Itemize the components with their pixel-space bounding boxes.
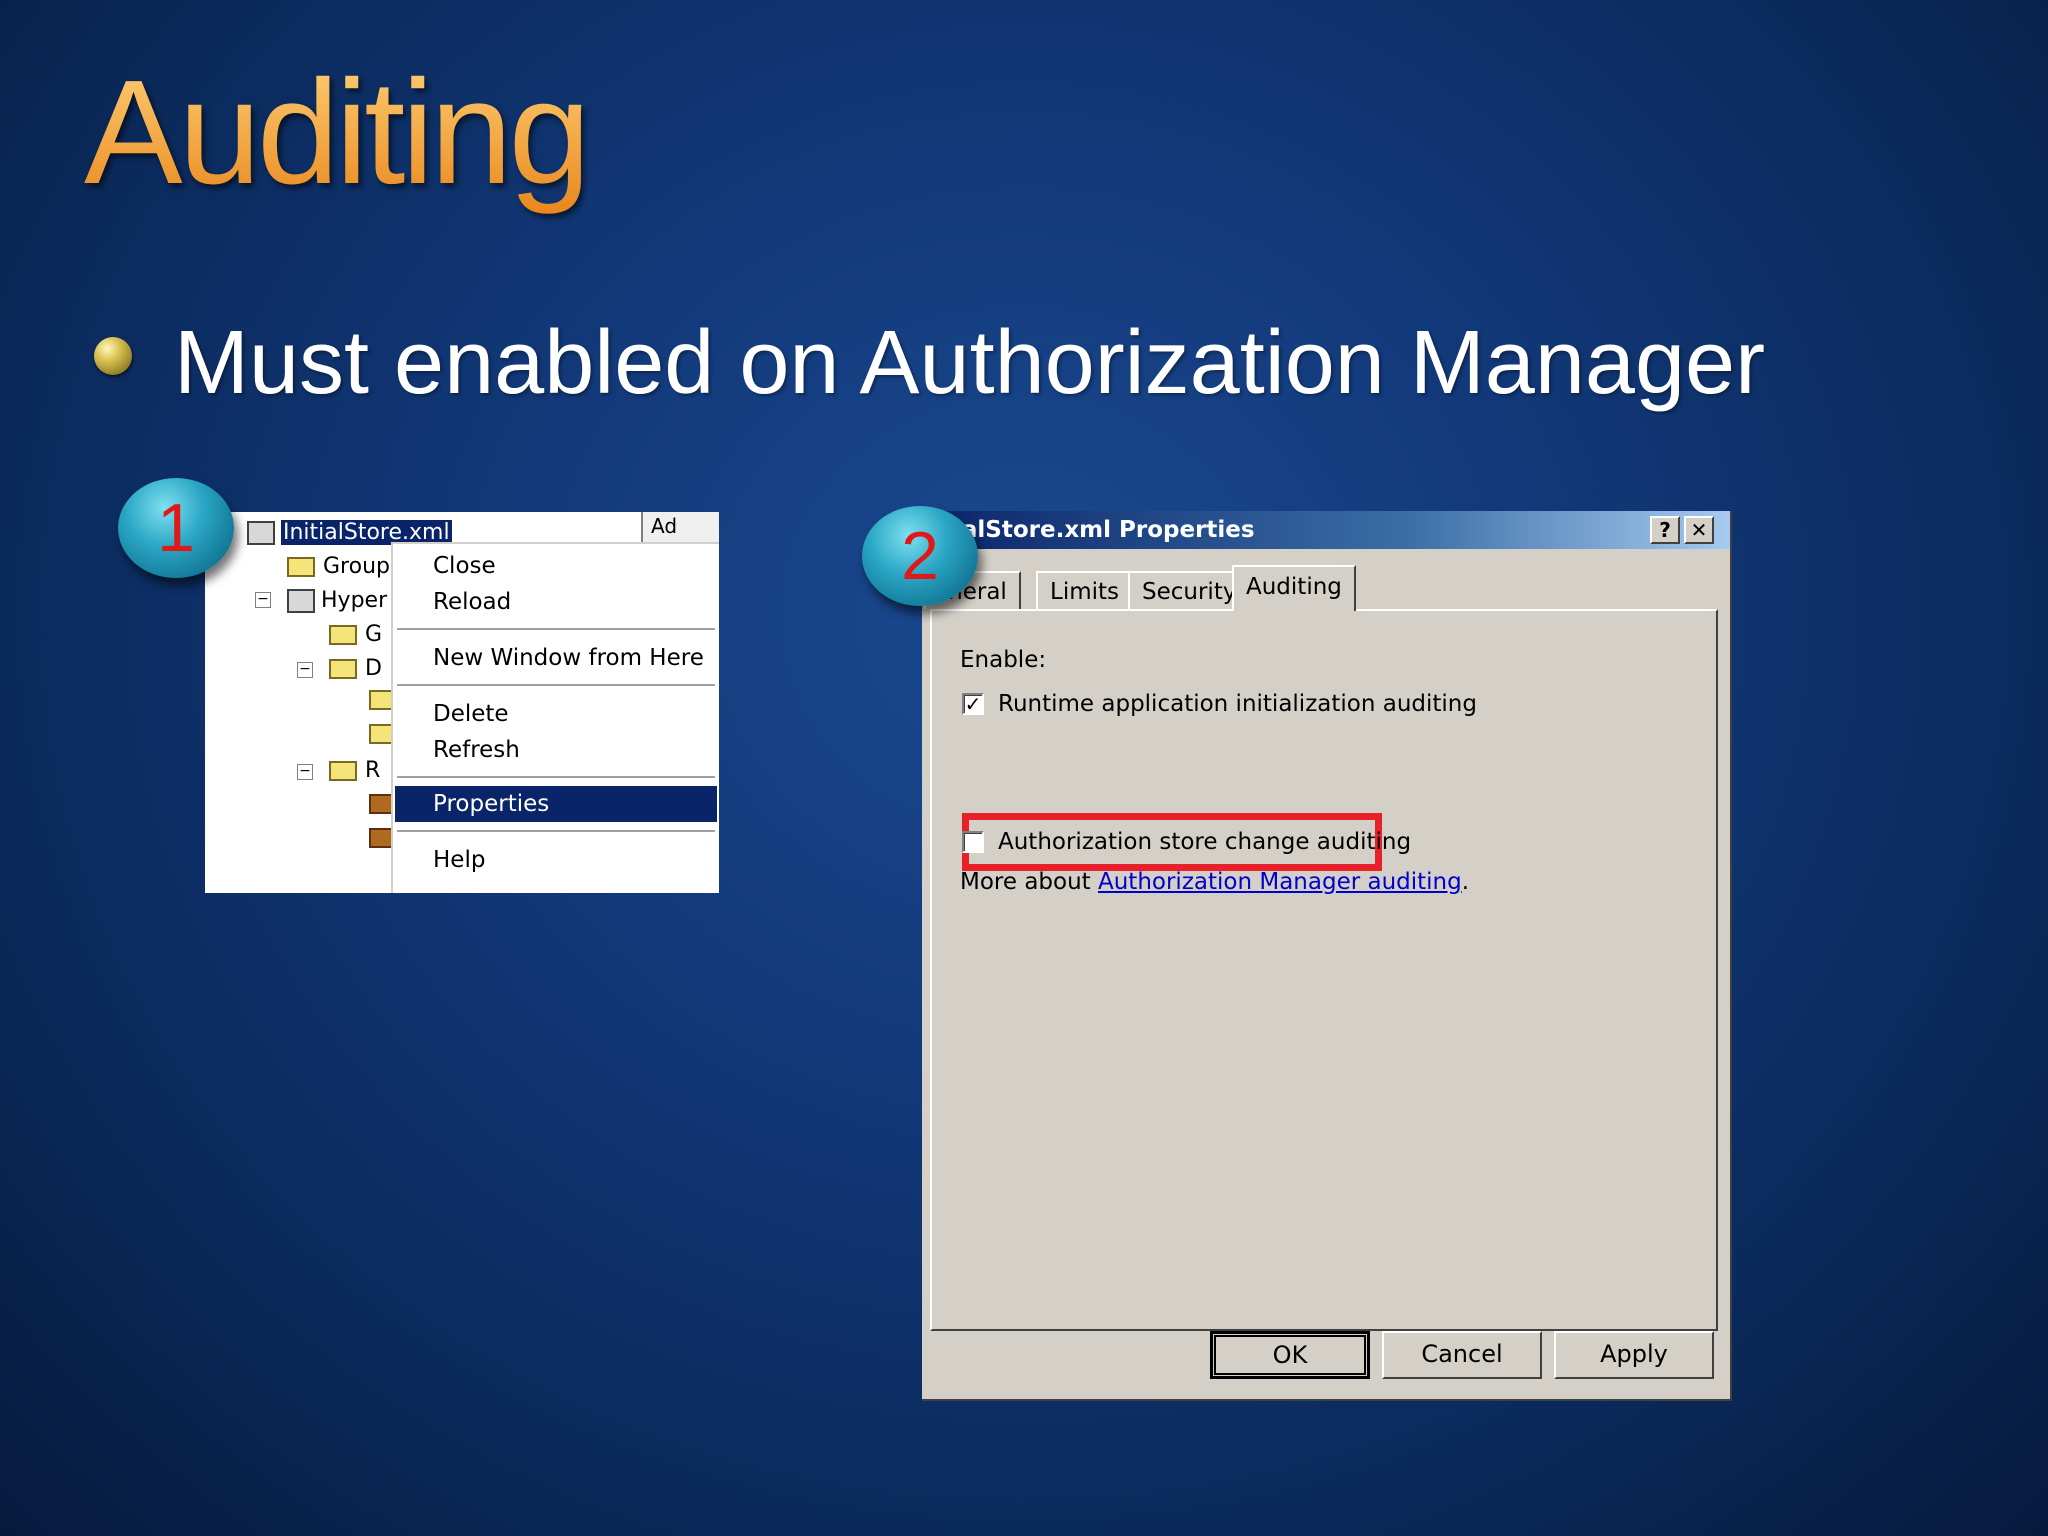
context-menu: Close Reload New Window from Here Delete… — [391, 542, 719, 893]
tree-item-g[interactable]: G — [329, 622, 382, 647]
collapse-icon[interactable]: − — [297, 764, 313, 780]
more-about-text: More about Authorization Manager auditin… — [960, 869, 1469, 895]
tab-limits[interactable]: Limits — [1036, 571, 1133, 609]
app-icon — [287, 588, 315, 613]
runtime-auditing-checkbox[interactable]: ✓ — [962, 693, 984, 715]
cancel-button[interactable]: Cancel — [1382, 1331, 1542, 1379]
close-button[interactable]: ✕ — [1684, 516, 1714, 544]
menu-item-properties[interactable]: Properties — [395, 786, 717, 822]
collapse-icon[interactable]: − — [255, 592, 271, 608]
folder-icon — [329, 658, 357, 679]
menu-separator — [397, 684, 715, 686]
tree-item-label: Group — [323, 554, 390, 579]
runtime-auditing-label[interactable]: Runtime application initialization audit… — [998, 691, 1477, 717]
tree-item-d[interactable]: D — [329, 656, 382, 681]
menu-item-close[interactable]: Close — [395, 548, 717, 584]
tree-item-label: G — [365, 622, 383, 647]
mmc-tree-screenshot: Ad InitialStore.xml Group − Hyper G − D … — [205, 512, 719, 893]
more-about-prefix: More about — [960, 869, 1098, 895]
ok-button[interactable]: OK — [1210, 1331, 1370, 1379]
store-change-auditing-checkbox[interactable] — [962, 831, 984, 853]
folder-icon — [329, 760, 357, 781]
menu-item-reload[interactable]: Reload — [395, 584, 717, 620]
tab-auditing[interactable]: Auditing — [1232, 565, 1356, 611]
more-about-suffix: . — [1461, 869, 1470, 895]
store-icon — [247, 520, 275, 545]
step-2-badge: 2 — [862, 506, 978, 606]
slide-title: Auditing — [84, 48, 591, 218]
properties-dialog: ialStore.xml Properties ? ✕ eneral Limit… — [922, 511, 1732, 1401]
folder-icon — [287, 556, 315, 577]
tree-item-label: R — [365, 758, 381, 783]
enable-label: Enable: — [960, 647, 1047, 673]
tree-item-hyper[interactable]: Hyper — [287, 588, 387, 613]
menu-separator — [397, 830, 715, 832]
menu-item-refresh[interactable]: Refresh — [395, 732, 717, 768]
bullet-icon — [94, 337, 132, 375]
help-button[interactable]: ? — [1650, 516, 1680, 544]
tree-item-r[interactable]: R — [329, 758, 380, 783]
dialog-titlebar: ialStore.xml Properties — [922, 511, 1730, 549]
menu-separator — [397, 776, 715, 778]
menu-item-new-window[interactable]: New Window from Here — [395, 640, 717, 676]
auditing-help-link[interactable]: Authorization Manager auditing — [1098, 869, 1462, 895]
menu-item-help[interactable]: Help — [395, 842, 717, 878]
step-1-badge: 1 — [118, 478, 234, 578]
tree-item-group[interactable]: Group — [287, 554, 390, 579]
apply-button[interactable]: Apply — [1554, 1331, 1714, 1379]
store-change-auditing-label[interactable]: Authorization store change auditing — [998, 829, 1411, 855]
folder-icon — [329, 624, 357, 645]
menu-separator — [397, 628, 715, 630]
right-pane-strip: Ad — [641, 512, 719, 542]
tree-item-label: Hyper — [321, 588, 388, 613]
auditing-panel: Enable: ✓ Runtime application initializa… — [930, 609, 1718, 1331]
right-pane-text: Ad — [651, 514, 678, 538]
bullet-text: Must enabled on Authorization Manager — [174, 313, 1766, 413]
dialog-title: ialStore.xml Properties — [954, 517, 1255, 543]
collapse-icon[interactable]: − — [297, 662, 313, 678]
menu-item-delete[interactable]: Delete — [395, 696, 717, 732]
tree-item-label: D — [365, 656, 382, 681]
